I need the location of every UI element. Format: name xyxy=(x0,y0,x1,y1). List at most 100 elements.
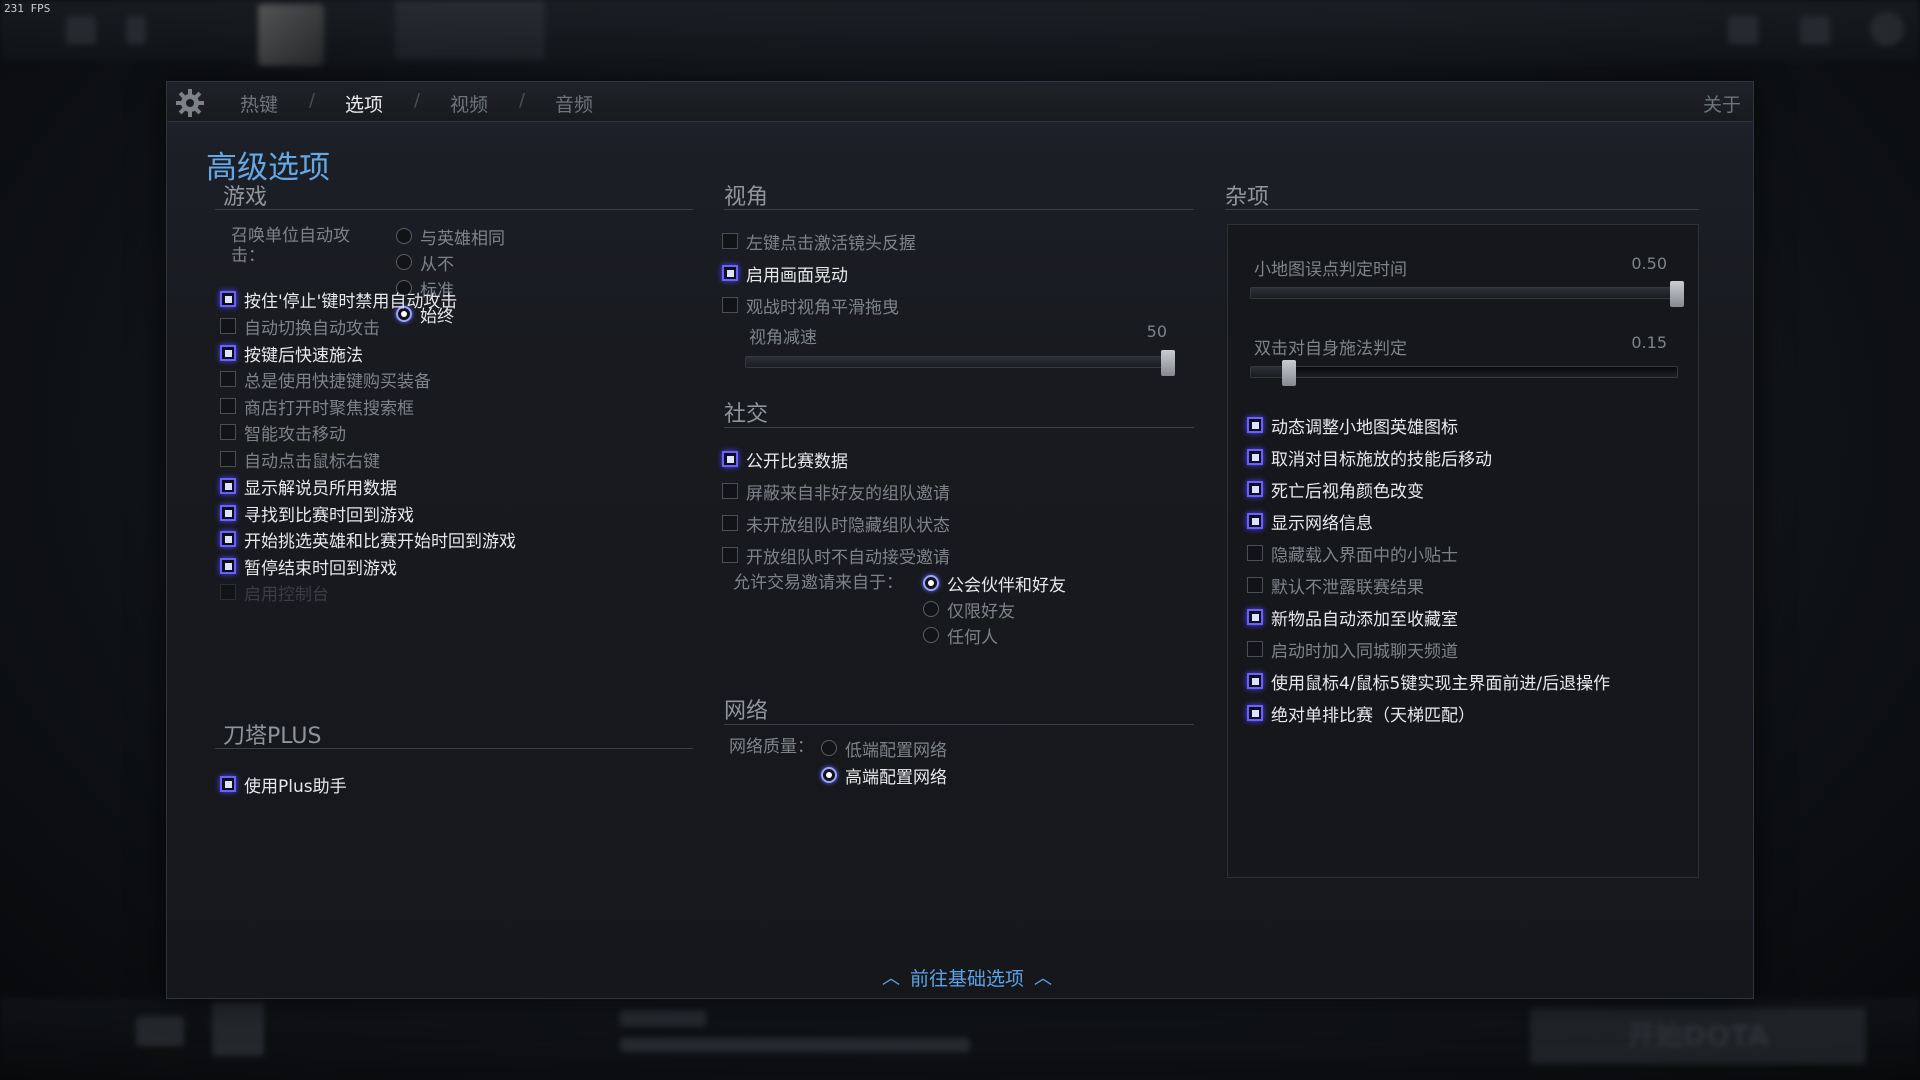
game-option-checkbox[interactable]: 寻找到比赛时回到游戏 xyxy=(220,500,414,526)
radio-unselected[interactable] xyxy=(923,601,939,617)
network-quality-radio[interactable]: 高端配置网络 xyxy=(821,763,947,788)
checkbox-checked[interactable] xyxy=(1247,705,1263,721)
misc-option-checkbox[interactable]: 取消对目标施放的技能后移动 xyxy=(1247,444,1492,470)
game-option-checkbox[interactable]: 总是使用快捷键购买装备 xyxy=(220,366,431,392)
checkbox-checked[interactable] xyxy=(220,291,236,307)
game-option-checkbox[interactable]: 按键后快速施法 xyxy=(220,340,363,366)
checkbox-checked[interactable] xyxy=(1247,449,1263,465)
radio-unselected[interactable] xyxy=(821,740,837,756)
tab-video[interactable]: 视频 xyxy=(450,90,488,117)
checkbox-checked[interactable] xyxy=(220,505,236,521)
tab-hotkeys[interactable]: 热键 xyxy=(240,90,278,117)
network-quality-radio[interactable]: 低端配置网络 xyxy=(821,736,947,761)
radio-label: 高端配置网络 xyxy=(845,767,947,788)
checkbox-unchecked[interactable] xyxy=(722,483,738,499)
tab-audio[interactable]: 音频 xyxy=(555,90,593,117)
checkbox-unchecked[interactable] xyxy=(722,233,738,249)
about-link[interactable]: 关于 xyxy=(1703,90,1741,117)
slider-thumb[interactable] xyxy=(1282,360,1297,386)
misc-slider[interactable] xyxy=(1250,360,1678,386)
checkbox-checked[interactable] xyxy=(220,345,236,361)
back-icon xyxy=(126,16,146,44)
checkbox-checked[interactable] xyxy=(1247,673,1263,689)
checkbox-label: 使用鼠标4/鼠标5键实现主界面前进/后退操作 xyxy=(1271,673,1611,694)
checkbox-checked[interactable] xyxy=(722,265,738,281)
misc-option-checkbox[interactable]: 死亡后视角颜色改变 xyxy=(1247,476,1424,502)
misc-slider[interactable] xyxy=(1250,281,1684,307)
checkbox-unchecked xyxy=(220,584,236,600)
checkbox-checked[interactable] xyxy=(1247,609,1263,625)
misc-slider-value: 0.50 xyxy=(1631,254,1667,273)
radio-unselected[interactable] xyxy=(923,627,939,643)
misc-option-checkbox[interactable]: 使用鼠标4/鼠标5键实现主界面前进/后退操作 xyxy=(1247,668,1610,694)
checkbox-checked[interactable] xyxy=(1247,417,1263,433)
game-option-checkbox[interactable]: 自动切换自动攻击 xyxy=(220,313,380,339)
slider-thumb[interactable] xyxy=(1670,281,1684,307)
camera-option-checkbox[interactable]: 启用画面晃动 xyxy=(722,260,848,286)
divider xyxy=(724,724,1194,725)
section-title-network: 网络 xyxy=(724,699,769,724)
radio-selected[interactable] xyxy=(923,575,939,591)
checkbox-unchecked[interactable] xyxy=(220,424,236,440)
game-option-checkbox[interactable]: 显示解说员所用数据 xyxy=(220,473,397,499)
chevron-up-icon: ︿ xyxy=(1034,968,1052,989)
misc-option-checkbox[interactable]: 隐藏载入界面中的小贴士 xyxy=(1247,540,1458,566)
checkbox-checked[interactable] xyxy=(1247,481,1263,497)
game-option-checkbox[interactable]: 开始挑选英雄和比赛开始时回到游戏 xyxy=(220,526,516,552)
misc-option-checkbox[interactable]: 默认不泄露联赛结果 xyxy=(1247,572,1424,598)
misc-option-checkbox[interactable]: 绝对单排比赛（天梯匹配） xyxy=(1247,700,1475,726)
avatar xyxy=(1870,12,1904,46)
checkbox-checked[interactable] xyxy=(220,558,236,574)
checkbox-label: 新物品自动添加至收藏室 xyxy=(1271,609,1458,630)
camera-slider-value: 50 xyxy=(1146,322,1167,341)
checkbox-checked[interactable] xyxy=(1247,513,1263,529)
party-avatar xyxy=(212,1002,264,1056)
checkbox-unchecked[interactable] xyxy=(220,371,236,387)
checkbox-checked[interactable] xyxy=(722,451,738,467)
misc-slider-label: 双击对自身施法判定 xyxy=(1254,339,1407,359)
misc-option-checkbox[interactable]: 新物品自动添加至收藏室 xyxy=(1247,604,1458,630)
checkbox-checked[interactable] xyxy=(220,478,236,494)
checkbox-unchecked[interactable] xyxy=(722,297,738,313)
game-option-checkbox[interactable]: 按住'停止'键时禁用自动攻击 xyxy=(220,286,457,312)
social-option-checkbox[interactable]: 开放组队时不自动接受邀请 xyxy=(722,542,950,568)
checkbox-unchecked[interactable] xyxy=(1247,641,1263,657)
game-option-checkbox[interactable]: 智能攻击移动 xyxy=(220,419,346,445)
trade-invite-radio[interactable]: 仅限好友 xyxy=(923,597,1015,622)
checkbox-label: 暂停结束时回到游戏 xyxy=(244,558,397,579)
checkbox-unchecked[interactable] xyxy=(722,515,738,531)
trade-invite-radio[interactable]: 公会伙伴和好友 xyxy=(923,571,1066,596)
tab-options[interactable]: 选项 xyxy=(345,90,383,117)
misc-option-checkbox[interactable]: 动态调整小地图英雄图标 xyxy=(1247,412,1458,438)
checkbox-unchecked[interactable] xyxy=(1247,577,1263,593)
misc-option-checkbox[interactable]: 启动时加入同城聊天频道 xyxy=(1247,636,1458,662)
summon-autoattack-radio[interactable]: 从不 xyxy=(396,250,454,275)
radio-unselected[interactable] xyxy=(396,228,412,244)
social-option-checkbox[interactable]: 屏蔽来自非好友的组队邀请 xyxy=(722,478,950,504)
summon-autoattack-radio[interactable]: 与英雄相同 xyxy=(396,224,505,249)
game-option-checkbox[interactable]: 自动点击鼠标右键 xyxy=(220,446,380,472)
checkbox-unchecked[interactable] xyxy=(1247,545,1263,561)
checkbox-unchecked[interactable] xyxy=(220,318,236,334)
misc-option-checkbox[interactable]: 显示网络信息 xyxy=(1247,508,1373,534)
game-option-checkbox[interactable]: 商店打开时聚焦搜索框 xyxy=(220,393,414,419)
trade-invite-radio[interactable]: 任何人 xyxy=(923,623,998,648)
radio-label: 仅限好友 xyxy=(947,601,1015,622)
camera-option-checkbox[interactable]: 观战时视角平滑拖曳 xyxy=(722,292,899,318)
social-option-checkbox[interactable]: 未开放组队时隐藏组队状态 xyxy=(722,510,950,536)
checkbox-unchecked[interactable] xyxy=(722,547,738,563)
go-basic-options-button[interactable]: ︿ 前往基础选项 ︿ xyxy=(867,962,1067,992)
radio-selected[interactable] xyxy=(821,767,837,783)
game-option-checkbox[interactable]: 暂停结束时回到游戏 xyxy=(220,553,397,579)
radio-label: 与英雄相同 xyxy=(420,228,505,249)
checkbox-unchecked[interactable] xyxy=(220,451,236,467)
checkbox-checked[interactable] xyxy=(220,531,236,547)
radio-unselected[interactable] xyxy=(396,254,412,270)
checkbox-checked[interactable] xyxy=(220,776,236,792)
camera-deceleration-slider[interactable] xyxy=(745,350,1175,376)
camera-option-checkbox[interactable]: 左键点击激活镜头反握 xyxy=(722,228,916,254)
social-option-checkbox[interactable]: 公开比赛数据 xyxy=(722,446,848,472)
slider-thumb[interactable] xyxy=(1161,350,1175,376)
plus-option-checkbox[interactable]: 使用Plus助手 xyxy=(220,771,347,797)
checkbox-unchecked[interactable] xyxy=(220,398,236,414)
